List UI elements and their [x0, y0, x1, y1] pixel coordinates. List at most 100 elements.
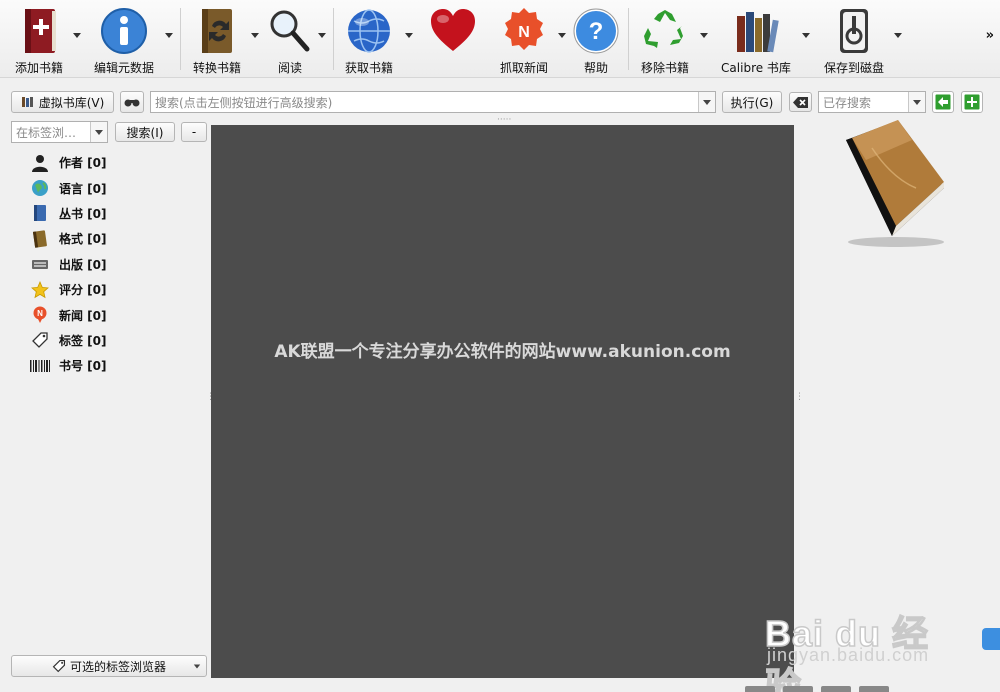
user-icon — [30, 154, 50, 172]
save-disk-icon — [840, 9, 868, 53]
tag-browser-find-button[interactable]: 搜索(I) — [115, 122, 175, 142]
status-button[interactable] — [745, 686, 775, 692]
tag-category-languages[interactable]: 语言 [0] — [30, 175, 200, 200]
go-button[interactable]: 执行(G) — [722, 91, 782, 113]
remove-books-label: 移除书籍 — [640, 61, 689, 75]
saved-search-input[interactable]: 已存搜索 — [818, 91, 926, 113]
tag-browser-collapse-button[interactable]: - — [181, 122, 207, 142]
calibre-library-dropdown-arrow[interactable] — [802, 33, 810, 38]
toolbar-overflow-button[interactable]: » — [986, 28, 994, 43]
clear-search-button[interactable] — [789, 92, 812, 112]
get-books-label: 获取书籍 — [344, 61, 393, 75]
left-splitter-handle[interactable]: ⋮ — [206, 392, 215, 402]
add-book-icon — [25, 9, 56, 53]
recycle-icon — [644, 10, 683, 48]
status-button[interactable] — [859, 686, 889, 692]
news-icon: N — [505, 8, 543, 50]
status-button[interactable] — [821, 686, 851, 692]
save-to-disk-button[interactable]: 保存到磁盘 — [818, 4, 890, 75]
main-toolbar: 添加书籍 编辑元数据 转换书籍 阅读 获取书籍 N 抓取新闻 ? 帮助 移除书籍… — [0, 0, 1000, 78]
tag-category-series[interactable]: 丛书 [0] — [30, 201, 200, 226]
backspace-clear-icon — [792, 96, 808, 108]
tag-category-identifiers[interactable]: 书号 [0] — [30, 353, 200, 378]
add-books-button[interactable]: 添加书籍 — [8, 4, 70, 75]
tag-browser-filter-input[interactable]: 在标签浏… — [11, 121, 108, 143]
get-books-button[interactable]: 获取书籍 — [338, 4, 400, 75]
tag-category-tags[interactable]: 标签 [0] — [30, 328, 200, 353]
alternate-tag-browser-label: 可选的标签浏览器 — [69, 659, 166, 674]
tag-category-label: 作者 [0] — [59, 156, 107, 171]
tag-category-rating[interactable]: 评分 [0] — [30, 277, 200, 302]
convert-books-button[interactable]: 转换书籍 — [186, 4, 248, 75]
tag-category-publisher[interactable]: 出版 [0] — [30, 252, 200, 277]
tag-category-label: 出版 [0] — [59, 257, 107, 272]
tag-category-label: 语言 [0] — [59, 181, 107, 196]
tag-category-authors[interactable]: 作者 [0] — [30, 150, 200, 175]
tag-filter-placeholder: 在标签浏… — [16, 125, 77, 140]
toolbar-separator — [180, 8, 181, 70]
save-search-button[interactable] — [961, 91, 983, 113]
advanced-search-button[interactable] — [120, 91, 144, 113]
convert-book-icon — [202, 9, 232, 53]
search-input[interactable]: 搜索(点击左侧按钮进行高级搜索) — [150, 91, 716, 113]
view-label: 阅读 — [277, 61, 302, 75]
heart-icon — [431, 9, 475, 51]
get-books-dropdown-arrow[interactable] — [405, 33, 413, 38]
status-bar-buttons — [745, 686, 890, 692]
help-icon: ? — [573, 8, 619, 54]
edit-metadata-button[interactable]: 编辑元数据 — [90, 4, 158, 75]
view-button[interactable]: 阅读 — [265, 4, 315, 75]
book-cover-placeholder-icon — [846, 120, 944, 247]
plus-icon — [964, 94, 980, 110]
edit-metadata-dropdown-arrow[interactable] — [165, 33, 173, 38]
svg-text:N: N — [37, 309, 43, 318]
baidu-url-text: jingyan.baidu.com — [767, 645, 930, 665]
save-to-disk-label: 保存到磁盘 — [823, 61, 884, 75]
fetch-news-dropdown-arrow[interactable] — [558, 33, 566, 38]
saved-search-dropdown[interactable] — [908, 92, 925, 112]
tag-category-label: 丛书 [0] — [59, 206, 107, 221]
splitter-handle[interactable]: ····· — [497, 115, 511, 125]
tag-icon — [52, 659, 66, 673]
status-button[interactable] — [783, 686, 813, 692]
calibre-library-button[interactable]: Calibre 书库 — [716, 4, 796, 75]
alternate-tag-browser-button[interactable]: 可选的标签浏览器 — [11, 655, 207, 677]
tag-category-news[interactable]: N 新闻 [0] — [30, 302, 200, 327]
add-books-dropdown-arrow[interactable] — [73, 33, 81, 38]
add-books-label: 添加书籍 — [14, 61, 63, 75]
side-float-widget[interactable] — [982, 628, 1000, 650]
calibre-library-label: Calibre 书库 — [721, 61, 791, 75]
tag-filter-dropdown[interactable] — [90, 122, 107, 142]
star-icon — [30, 280, 50, 299]
copy-search-to-saved-button[interactable] — [932, 91, 954, 113]
tag-category-label: 新闻 [0] — [59, 308, 107, 323]
globe-icon — [348, 9, 390, 53]
format-book-icon — [30, 230, 50, 248]
fetch-news-button[interactable]: N 抓取新闻 — [493, 4, 555, 75]
chevron-down-icon — [703, 99, 711, 105]
fetch-news-label: 抓取新闻 — [499, 61, 548, 75]
arrow-left-icon — [935, 94, 951, 110]
remove-books-button[interactable]: 移除书籍 — [634, 4, 696, 75]
help-button[interactable]: ? 帮助 — [572, 4, 620, 75]
tag-icon — [30, 331, 50, 349]
virtual-library-label: 虚拟书库(V) — [38, 95, 105, 110]
save-to-disk-dropdown-arrow[interactable] — [894, 33, 902, 38]
svg-text:?: ? — [589, 18, 604, 45]
view-dropdown-arrow[interactable] — [318, 33, 326, 38]
donate-button[interactable] — [424, 4, 482, 74]
toolbar-separator — [333, 8, 334, 70]
remove-books-dropdown-arrow[interactable] — [700, 33, 708, 38]
search-history-dropdown[interactable] — [698, 92, 715, 112]
news-icon: N — [30, 306, 50, 324]
baidu-jingyan-watermark: Bai du 经验 jingyan.baidu.com — [764, 585, 960, 692]
help-label: 帮助 — [583, 61, 608, 75]
tag-category-formats[interactable]: 格式 [0] — [30, 226, 200, 251]
right-splitter-handle[interactable]: ⋮ — [795, 392, 804, 402]
convert-books-dropdown-arrow[interactable] — [251, 33, 259, 38]
tag-category-label: 书号 [0] — [59, 359, 107, 374]
toolbar-separator — [628, 8, 629, 70]
book-list-area[interactable]: AK联盟一个专注分享办公软件的网站www.akunion.com — [211, 125, 794, 678]
virtual-library-button[interactable]: 虚拟书库(V) — [11, 91, 114, 113]
chevron-down-icon — [193, 664, 201, 669]
